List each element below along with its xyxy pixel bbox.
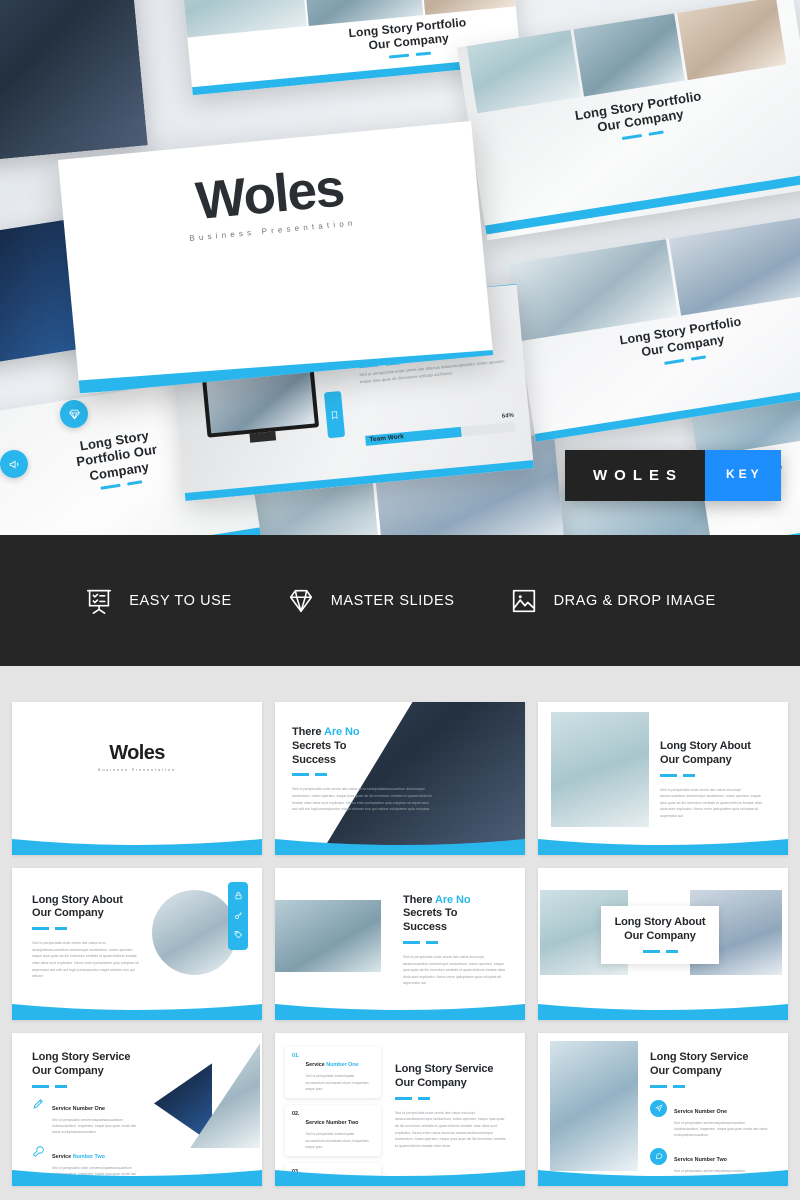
thumb5-title-hl: Are No xyxy=(435,893,471,906)
thumb9-title-b: Long Story Service xyxy=(650,1051,749,1064)
wave-decoration xyxy=(275,1000,525,1021)
thumb4-title-c: Our Company xyxy=(32,907,104,920)
wave-decoration xyxy=(538,835,788,855)
bookmark-chip-icon xyxy=(323,390,346,439)
center-title-card: Long Story About Our Company xyxy=(601,905,719,964)
thumb5-title-a: There xyxy=(403,893,436,906)
thumb9-title-c: Our Company xyxy=(650,1065,722,1078)
wave-decoration xyxy=(12,1166,262,1186)
svc9a-text: Sed ut perspiciatis umneevolupateaccuuan… xyxy=(674,1120,768,1138)
thumb2-title-b: Secrets To xyxy=(292,739,347,752)
pencil-icon xyxy=(32,1097,45,1110)
numbered-item: 02. Service Number Two Sed ut perspiciat… xyxy=(285,1105,381,1157)
thumb8-body: Sed ut perspiciatis unde omnis iste natu… xyxy=(395,1110,506,1149)
hero-collage: Long Story Portfolio Our Company Long St… xyxy=(0,0,800,535)
lock-icon xyxy=(234,887,243,905)
thumb5-title-b: Secrets To xyxy=(403,907,458,920)
thumb5-title-c: Success xyxy=(403,921,447,934)
chat-icon xyxy=(650,1147,667,1165)
thumb2-title-a: There xyxy=(292,726,325,738)
numbered-item: 01. Service Number One Sed ut perspiciat… xyxy=(285,1047,381,1099)
badge-format-label: KEY xyxy=(705,450,781,501)
feature-drag-drop-image: DRAG & DROP IMAGE xyxy=(509,586,716,616)
side-icon-strip xyxy=(228,881,248,950)
diamond-badge-icon xyxy=(60,400,88,428)
num8b: 02. xyxy=(292,1111,300,1118)
wave-decoration xyxy=(12,1000,262,1021)
thumb-cover-subtitle: Business Presentation xyxy=(98,768,176,772)
slide-thumb-secrets-image-left[interactable]: There Are No Secrets To Success Sed ut p… xyxy=(275,867,525,1021)
num8b-text: Sed ut perspiciatis imnevolupate accusan… xyxy=(305,1132,370,1149)
service-item: Service Number One Sed ut perspiciatis u… xyxy=(650,1099,768,1139)
feature-easy-to-use: EASY TO USE xyxy=(84,586,232,616)
slide-thumb-service-round[interactable]: Long Story Service Our Company Service N… xyxy=(538,1033,788,1186)
slide-thumb-about-circle[interactable]: Long Story About Our Company Sed ut pers… xyxy=(12,867,262,1021)
thumb3-body: Sed ut perspiciatis unde omnis iste natu… xyxy=(660,787,763,819)
num8a-title: Service xyxy=(305,1062,327,1069)
num8a-text: Sed ut perspiciatis imnevolupate accusan… xyxy=(305,1074,370,1091)
thumb2-title-c: Success xyxy=(292,753,336,766)
thumb2-title-hl: Are No xyxy=(324,726,360,738)
wave-decoration xyxy=(538,1000,788,1021)
slide-thumb-secrets-right[interactable]: There Are No Secrets To Success Sed ut p… xyxy=(275,702,525,855)
num8a: 01. xyxy=(292,1053,300,1060)
thumb3-title-b: Long Story About xyxy=(660,740,751,752)
wave-decoration xyxy=(538,1166,788,1186)
svc9a-title: Service Number One xyxy=(674,1108,728,1115)
woles-key-badge: WOLES KEY xyxy=(565,450,781,501)
svc9b-title: Service Number Two xyxy=(674,1156,727,1163)
thumb-cover-title: Woles xyxy=(109,742,165,764)
slide-thumb-service-icons[interactable]: Long Story Service Our Company Service N… xyxy=(12,1033,262,1186)
send-icon xyxy=(650,1099,667,1117)
slide-thumb-cover[interactable]: Woles Business Presentation xyxy=(12,702,262,855)
thumb8-title-c: Our Company xyxy=(395,1077,467,1090)
slide-thumb-service-numbered[interactable]: 01. Service Number One Sed ut perspiciat… xyxy=(275,1033,525,1186)
feature-label: DRAG & DROP IMAGE xyxy=(553,592,716,609)
svc7b-title-hl: Number Two xyxy=(72,1153,105,1160)
image-icon xyxy=(509,586,539,616)
wave-decoration xyxy=(275,835,525,855)
feature-label: MASTER SLIDES xyxy=(330,592,455,609)
thumb2-body: Sed ut perspiciatis unde omnis iste natu… xyxy=(292,787,432,812)
slide-thumb-about-image-left[interactable]: Long Story About Our Company Sed ut pers… xyxy=(538,702,788,855)
feature-label: EASY TO USE xyxy=(129,592,232,609)
badge-brand-label: WOLES xyxy=(565,450,705,501)
diamond-icon xyxy=(286,586,316,616)
svc7a-text: Sed ut perspiciatis omneevolupateaccuuan… xyxy=(52,1117,137,1135)
hero-photo-card-left xyxy=(0,0,148,165)
wrench-icon xyxy=(32,1145,45,1158)
hero-slide-title: Woles Business Presentation xyxy=(57,120,494,395)
num8a-title-hl: Number One xyxy=(326,1062,359,1069)
tag-icon xyxy=(234,926,243,944)
slide-thumb-about-centered[interactable]: Long Story About Our Company xyxy=(538,867,788,1021)
thumb4-body: Sed ut perspiciatis unde omnis iste natu… xyxy=(32,941,139,979)
key-icon xyxy=(234,907,243,925)
megaphone-badge-icon xyxy=(0,450,28,478)
wave-decoration xyxy=(12,835,262,855)
thumb8-title-b: Long Story Service xyxy=(395,1063,494,1076)
svc7a-title: Service Number One xyxy=(52,1105,106,1112)
feature-bar: EASY TO USE MASTER SLIDES DRAG & DROP IM… xyxy=(0,535,800,666)
thumb6-title-c: Our Company xyxy=(624,930,696,943)
thumb7-title-c: Our Company xyxy=(32,1065,104,1078)
thumb6-title-b: Long Story About xyxy=(614,916,706,929)
num8b-title: Service Number Two xyxy=(305,1120,359,1127)
thumb4-title-b: Long Story About xyxy=(32,893,123,906)
service-item: Service Number One Sed ut perspiciatis o… xyxy=(32,1097,144,1136)
thumb3-title-c: Our Company xyxy=(660,753,732,766)
slide-thumbnail-grid: Woles Business Presentation There Are No… xyxy=(0,666,800,1200)
monitor-stand xyxy=(249,431,277,443)
wave-decoration xyxy=(275,1166,525,1186)
thumb7-title-b: Long Story Service xyxy=(32,1051,131,1064)
feature-master-slides: MASTER SLIDES xyxy=(286,586,455,616)
svc7b-title: Service xyxy=(52,1153,73,1160)
product-preview-page: Long Story Portfolio Our Company Long St… xyxy=(0,0,800,1200)
presentation-board-icon xyxy=(84,586,114,616)
team-work-progress: 64% Team Work xyxy=(364,413,516,446)
thumb5-body: Sed ut perspiciatis unde omnis iste natu… xyxy=(403,954,506,986)
